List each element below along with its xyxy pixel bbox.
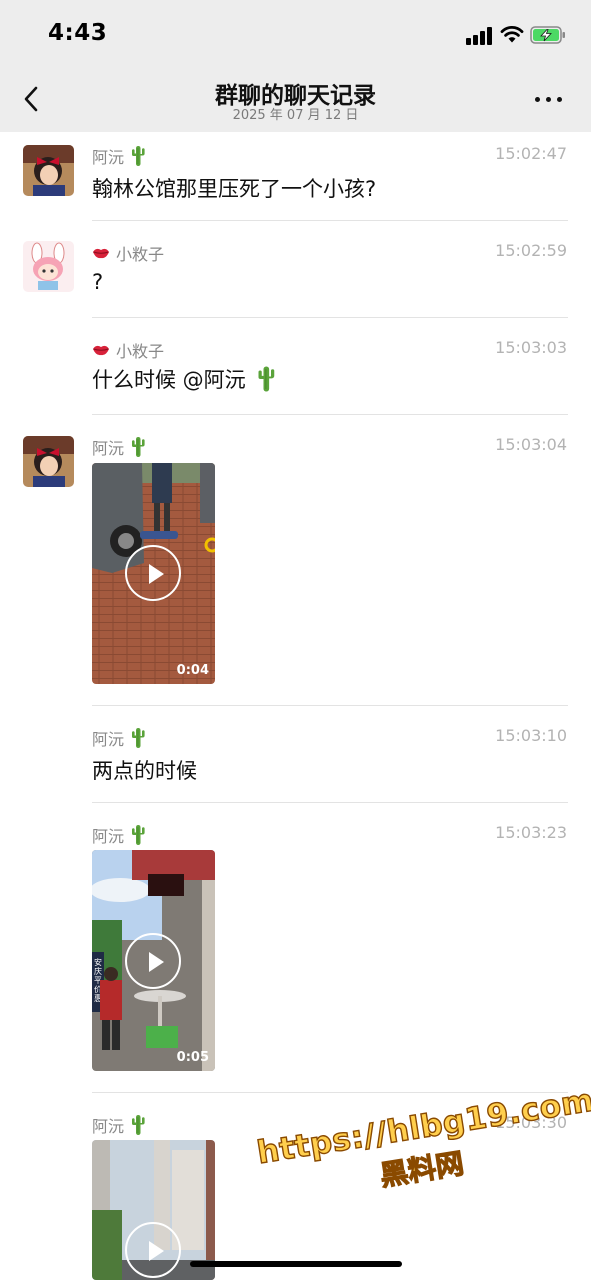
status-time: 4:43 [48,20,108,46]
message-text: 翰林公馆那里压死了一个小孩? [92,177,377,201]
cactus-icon [130,1114,146,1136]
wifi-icon [500,26,524,43]
message-time: 15:03:23 [495,823,567,842]
sender-name: 小敉子 [92,338,164,362]
divider [92,414,568,415]
divider [92,705,568,706]
video-duration: 0:05 [176,1050,209,1065]
cactus-icon [130,824,146,846]
divider [92,317,568,318]
sender-name: 阿沅 [92,435,146,459]
message-text: 两点的时候 [92,759,197,783]
video-thumbnail[interactable] [92,1140,215,1280]
top-bar: 4:43 群聊的聊天记录 2025 年 07 月 12 日 [0,0,591,132]
play-icon[interactable] [125,545,181,601]
play-icon[interactable] [125,933,181,989]
cactus-icon [130,727,146,749]
divider [92,220,568,221]
divider [92,802,568,803]
page-date: 2025 年 07 月 12 日 [232,108,359,123]
message-time: 15:03:30 [495,1113,567,1132]
sender-name: 阿沅 [92,726,146,750]
message-time: 15:03:03 [495,338,567,357]
avatar[interactable] [23,436,74,487]
message-text: 什么时候 @阿沅 [92,364,276,394]
video-overlay-char: 庆 [94,966,102,976]
battery-charging-icon [530,26,565,44]
message-time: 15:02:59 [495,241,567,260]
message-time: 15:02:47 [495,144,567,163]
divider [92,1092,568,1093]
sender-name: 阿沅 [92,823,146,847]
sender-name: 阿沅 [92,144,146,168]
watermark-name: 黑料网 [377,1146,466,1193]
video-overlay-char: 安 [94,957,102,967]
message-text: ? [92,270,104,294]
cellular-signal-icon [466,27,494,45]
watermark: https://hlbg19.com 黑料网 [254,1082,591,1255]
lips-icon [92,343,110,357]
cactus-icon [256,365,276,393]
video-thumbnail[interactable]: 安 庆 平 价 惠 0:05 [92,850,215,1071]
video-thumbnail[interactable]: 0:04 [92,463,215,684]
avatar[interactable] [23,241,74,292]
message-time: 15:03:04 [495,435,567,454]
play-icon[interactable] [125,1222,181,1278]
home-indicator[interactable] [190,1261,402,1267]
sender-name: 小敉子 [92,241,164,265]
video-duration: 0:04 [176,663,209,678]
cactus-icon [130,436,146,458]
message-time: 15:03:10 [495,726,567,745]
avatar[interactable] [23,145,74,196]
sender-name: 阿沅 [92,1113,146,1137]
lips-icon [92,246,110,260]
more-options-button[interactable] [532,88,566,110]
cactus-icon [130,145,146,167]
